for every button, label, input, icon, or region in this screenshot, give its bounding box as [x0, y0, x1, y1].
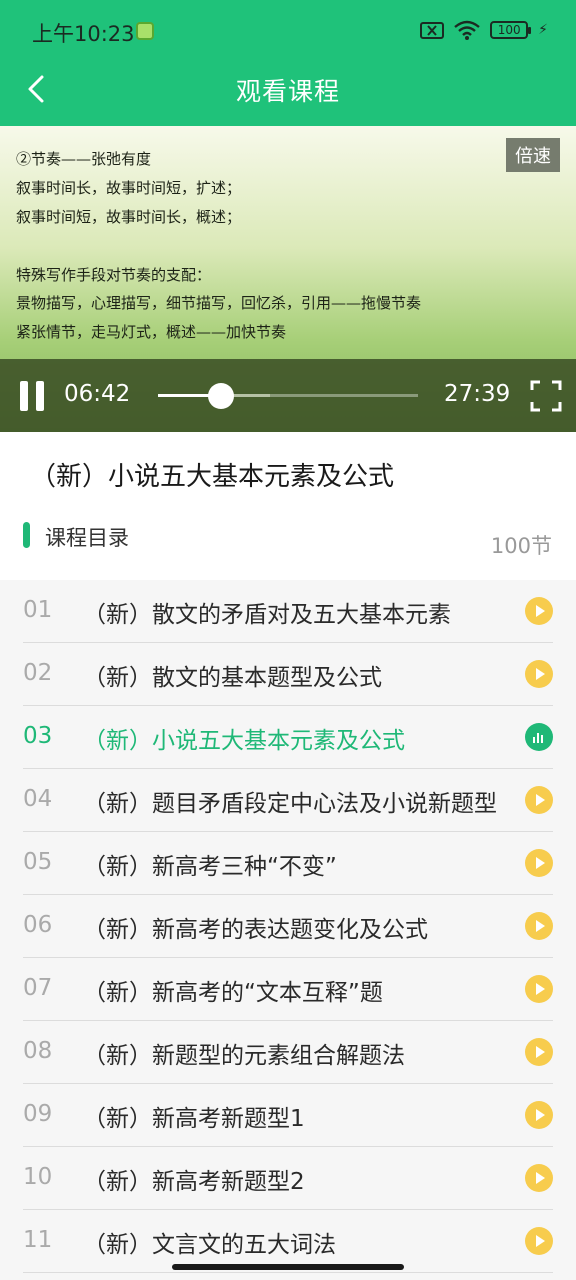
- battery-level: 100: [497, 23, 521, 37]
- lesson-count: 100节: [490, 534, 552, 558]
- current-time: 06:42: [64, 381, 131, 407]
- lesson-title: （新）文言文的五大词法: [83, 1232, 336, 1258]
- slide-text-line: 景物描写，心理描写，细节描写，回忆杀，引用——拖慢节奏: [16, 294, 422, 312]
- slide-text-line: ②节奏——张弛有度: [16, 150, 152, 168]
- lesson-title: （新）新高考新题型1: [83, 1106, 305, 1132]
- lesson-row[interactable]: 04 （新）题目矛盾段定中心法及小说新题型: [23, 769, 553, 832]
- play-icon[interactable]: [525, 1101, 553, 1129]
- lesson-title: （新）小说五大基本元素及公式: [83, 728, 405, 754]
- lesson-number: 02: [23, 660, 53, 686]
- play-icon[interactable]: [525, 1164, 553, 1192]
- lesson-number: 10: [23, 1164, 53, 1190]
- lesson-row[interactable]: 01 （新）散文的矛盾对及五大基本元素: [23, 580, 553, 643]
- lesson-row[interactable]: 02 （新）散文的基本题型及公式: [23, 643, 553, 706]
- video-player[interactable]: ②节奏——张弛有度 叙事时间长，故事时间短，扩述； 叙事时间短，故事时间长，概述…: [0, 126, 576, 432]
- lesson-list[interactable]: 01 （新）散文的矛盾对及五大基本元素 02 （新）散文的基本题型及公式 03 （新）小说…: [0, 580, 576, 1280]
- wifi-icon: [454, 20, 480, 40]
- now-playing-icon[interactable]: [525, 723, 553, 751]
- lesson-number: 11: [23, 1227, 53, 1253]
- play-icon[interactable]: [525, 1038, 553, 1066]
- lesson-title: （新）题目矛盾段定中心法及小说新题型: [83, 791, 497, 817]
- lesson-number: 08: [23, 1038, 53, 1064]
- section-marker: [23, 522, 30, 548]
- seek-handle[interactable]: [207, 383, 234, 409]
- status-time: 上午10:23: [32, 22, 135, 46]
- charging-icon: ⚡: [538, 22, 548, 38]
- lesson-title: （新）散文的矛盾对及五大基本元素: [83, 602, 451, 628]
- play-icon[interactable]: [525, 597, 553, 625]
- lesson-row[interactable]: 09 （新）新高考新题型1: [23, 1084, 553, 1147]
- video-controls: 06:42 27:39: [0, 359, 576, 432]
- lesson-row[interactable]: 03 （新）小说五大基本元素及公式: [23, 706, 553, 769]
- lesson-number: 01: [23, 597, 53, 623]
- seek-bar[interactable]: [158, 383, 418, 409]
- system-icons: 100 ⚡: [420, 20, 548, 40]
- lesson-title: （新）散文的基本题型及公式: [83, 665, 382, 691]
- slide-text-line: 紧张情节，走马灯式，概述——加快节奏: [16, 323, 287, 341]
- lesson-number: 09: [23, 1101, 53, 1127]
- lesson-title: （新）新题型的元素组合解题法: [83, 1043, 405, 1069]
- battery-icon: 100: [490, 21, 532, 39]
- play-icon[interactable]: [525, 912, 553, 940]
- lesson-row[interactable]: 08 （新）新题型的元素组合解题法: [23, 1021, 553, 1084]
- duration: 27:39: [444, 381, 511, 407]
- lesson-title: （新）新高考的表达题变化及公式: [83, 917, 428, 943]
- lesson-row[interactable]: 10 （新）新高考新题型2: [23, 1147, 553, 1210]
- lesson-row[interactable]: 06 （新）新高考的表达题变化及公式: [23, 895, 553, 958]
- play-icon[interactable]: [525, 660, 553, 688]
- course-title: （新）小说五大基本元素及公式: [30, 462, 395, 492]
- play-icon[interactable]: [525, 786, 553, 814]
- catalog-label: 课程目录: [45, 526, 129, 550]
- app-notification-icon: [136, 22, 154, 40]
- page-title: 观看课程: [235, 77, 340, 106]
- lesson-row[interactable]: 05 （新）新高考三种“不变”: [23, 832, 553, 895]
- slide-text-line: 叙事时间短，故事时间长，概述；: [16, 208, 242, 226]
- play-icon[interactable]: [525, 849, 553, 877]
- play-icon[interactable]: [525, 1227, 553, 1255]
- slide-text-line: 叙事时间长，故事时间短，扩述；: [16, 179, 242, 197]
- lesson-number: 05: [23, 849, 53, 875]
- lesson-title: （新）新高考的“文本互释”题: [83, 980, 383, 1006]
- lesson-number: 04: [23, 786, 53, 812]
- lesson-number: 03: [23, 723, 53, 749]
- lesson-number: 07: [23, 975, 53, 1001]
- header: 上午10:23 100 ⚡ 观看课程: [0, 0, 576, 126]
- status-bar: 上午10:23 100 ⚡: [0, 0, 576, 62]
- fullscreen-icon[interactable]: [530, 380, 562, 412]
- lesson-title: （新）新高考新题型2: [83, 1169, 305, 1195]
- lesson-title: （新）新高考三种“不变”: [83, 854, 337, 880]
- play-icon[interactable]: [525, 975, 553, 1003]
- home-indicator[interactable]: [172, 1264, 404, 1270]
- sim-off-icon: [420, 21, 445, 39]
- slide-text-line: 特殊写作手段对节奏的支配：: [16, 266, 212, 284]
- lesson-number: 06: [23, 912, 53, 938]
- speed-button[interactable]: 倍速: [506, 138, 560, 172]
- lesson-row[interactable]: 07 （新）新高考的“文本互释”题: [23, 958, 553, 1021]
- pause-icon[interactable]: [20, 381, 46, 411]
